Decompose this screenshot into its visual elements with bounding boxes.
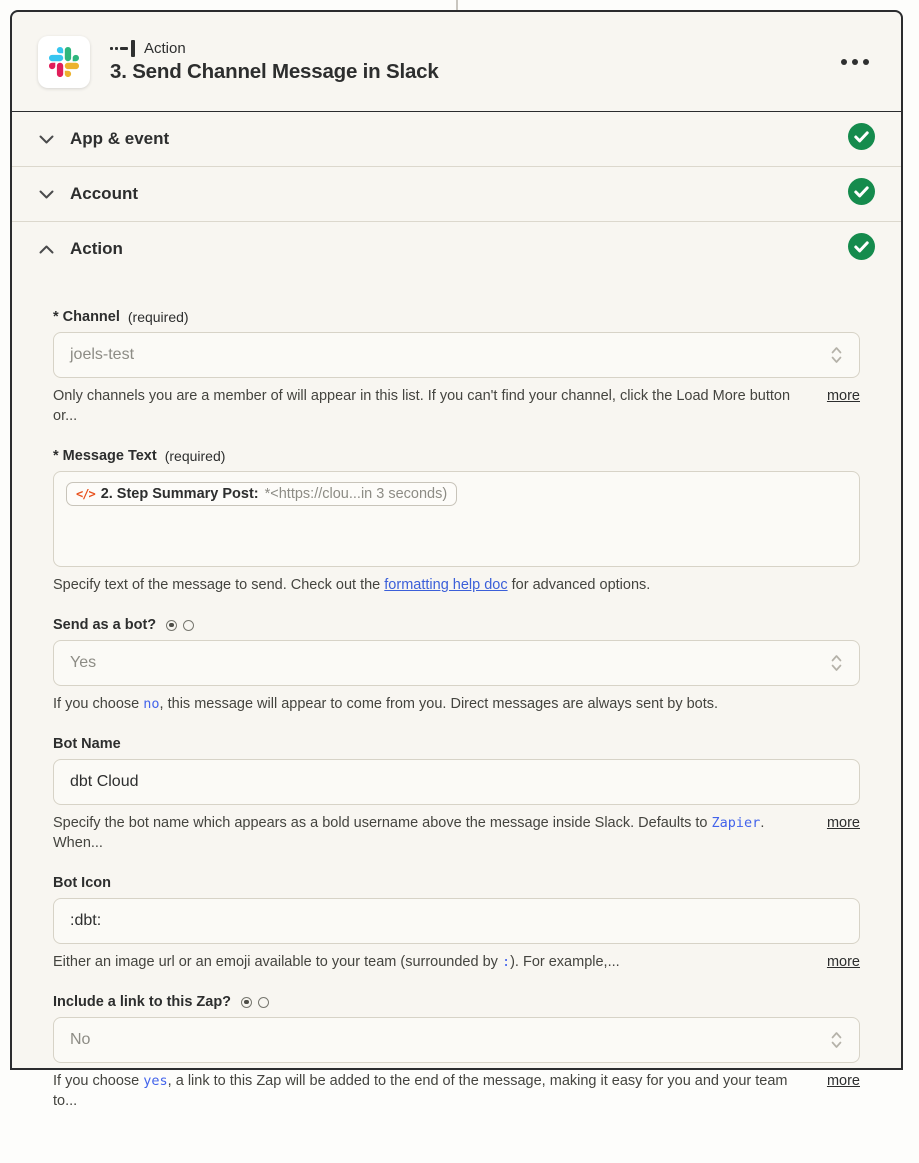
select-stepper-icon	[830, 653, 843, 673]
include-zap-link-label: Include a link to this Zap?	[53, 994, 860, 1010]
success-check-icon	[848, 233, 875, 265]
field-channel: * Channel (required) joels-test Only cha…	[53, 309, 860, 426]
action-step-icon	[110, 40, 135, 57]
channel-select-value: joels-test	[70, 346, 830, 364]
bot-name-help: Specify the bot name which appears as a …	[53, 813, 860, 853]
field-bot-name: Bot Name Specify the bot name which appe…	[53, 736, 860, 853]
send-as-bot-radio-group[interactable]	[166, 620, 194, 631]
channel-help: Only channels you are a member of will a…	[53, 386, 860, 426]
section-action[interactable]: Action	[12, 222, 901, 276]
chevron-down-icon	[38, 190, 54, 199]
bot-icon-help: Either an image url or an emoji availabl…	[53, 952, 860, 972]
message-text-help: Specify text of the message to send. Che…	[53, 575, 860, 595]
step-title: 3. Send Channel Message in Slack	[110, 60, 815, 84]
success-check-icon	[848, 123, 875, 155]
step-header: Action 3. Send Channel Message in Slack	[12, 12, 901, 112]
channel-select[interactable]: joels-test	[53, 332, 860, 378]
message-text-label: * Message Text (required)	[53, 448, 860, 464]
channel-label: * Channel (required)	[53, 309, 860, 325]
field-include-zap-link: Include a link to this Zap? No If you ch…	[53, 994, 860, 1111]
bot-icon-label: Bot Icon	[53, 875, 860, 891]
success-check-icon	[848, 178, 875, 210]
slack-logo	[38, 36, 90, 88]
radio-selected-icon[interactable]	[166, 620, 177, 631]
send-as-bot-value: Yes	[70, 654, 830, 672]
code-icon: </>	[76, 487, 95, 501]
action-step-panel: Action 3. Send Channel Message in Slack …	[10, 10, 903, 1070]
more-link[interactable]: more	[827, 954, 860, 970]
radio-selected-icon[interactable]	[241, 997, 252, 1008]
section-label: App & event	[70, 129, 832, 149]
formatting-help-doc-link[interactable]: formatting help doc	[384, 577, 507, 593]
radio-unselected-icon[interactable]	[258, 997, 269, 1008]
message-text-input[interactable]: </> 2. Step Summary Post: *<https://clou…	[53, 471, 860, 567]
section-account[interactable]: Account	[12, 167, 901, 222]
send-as-bot-help: If you choose no, this message will appe…	[53, 694, 860, 714]
send-as-bot-label: Send as a bot?	[53, 617, 860, 633]
more-link[interactable]: more	[827, 815, 860, 831]
bot-name-label: Bot Name	[53, 736, 860, 752]
include-zap-link-help: If you choose yes, a link to this Zap wi…	[53, 1071, 860, 1111]
bot-name-input[interactable]	[53, 759, 860, 805]
section-label: Account	[70, 184, 832, 204]
more-link[interactable]: more	[827, 388, 860, 404]
chevron-down-icon	[38, 135, 54, 144]
bot-icon-input[interactable]	[53, 898, 860, 944]
more-link[interactable]: more	[827, 1073, 860, 1089]
field-bot-icon: Bot Icon Either an image url or an emoji…	[53, 875, 860, 972]
include-zap-link-select[interactable]: No	[53, 1017, 860, 1063]
step-type-label: Action	[144, 40, 186, 57]
mapped-field-chip[interactable]: </> 2. Step Summary Post: *<https://clou…	[66, 482, 457, 506]
chevron-up-icon	[38, 245, 54, 254]
section-label: Action	[70, 239, 832, 259]
section-app-event[interactable]: App & event	[12, 112, 901, 167]
include-zap-link-radio-group[interactable]	[241, 997, 269, 1008]
radio-unselected-icon[interactable]	[183, 620, 194, 631]
field-message-text: * Message Text (required) </> 2. Step Su…	[53, 448, 860, 595]
step-menu-button[interactable]	[835, 51, 875, 73]
action-form: * Channel (required) joels-test Only cha…	[12, 276, 901, 1163]
select-stepper-icon	[830, 345, 843, 365]
select-stepper-icon	[830, 1030, 843, 1050]
include-zap-link-value: No	[70, 1031, 830, 1049]
send-as-bot-select[interactable]: Yes	[53, 640, 860, 686]
field-send-as-bot: Send as a bot? Yes If you choose no, thi…	[53, 617, 860, 714]
